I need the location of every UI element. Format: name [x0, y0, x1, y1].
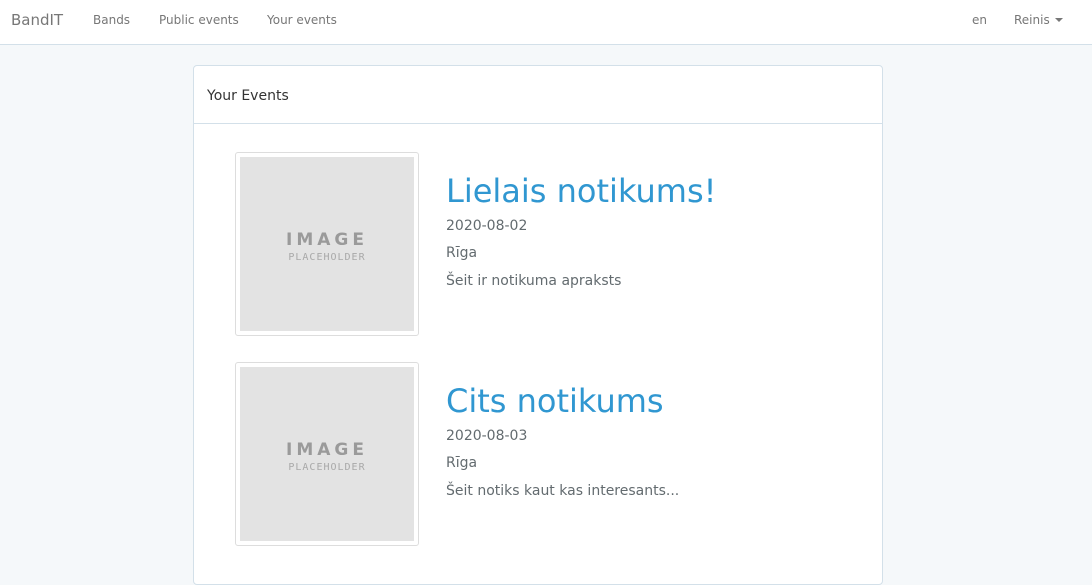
image-placeholder-icon: IMAGE PLACEHOLDER [240, 157, 414, 331]
placeholder-line-1: IMAGE [286, 439, 368, 460]
event-title[interactable]: Cits notikums [446, 382, 664, 420]
event-description: Šeit notiks kaut kas interesants... [446, 483, 680, 499]
event-description: Šeit ir notikuma apraksts [446, 273, 622, 289]
event-image[interactable]: IMAGE PLACEHOLDER [235, 152, 419, 336]
user-menu[interactable]: Reinis [1014, 13, 1063, 27]
events-panel: Your Events IMAGE PLACEHOLDER Lielais no… [193, 65, 883, 585]
event-image[interactable]: IMAGE PLACEHOLDER [235, 362, 419, 546]
nav-link-bands[interactable]: Bands [93, 13, 130, 27]
placeholder-line-1: IMAGE [286, 229, 368, 250]
event-date: 2020-08-03 [446, 428, 528, 444]
event-location: Rīga [446, 455, 478, 471]
event-date: 2020-08-02 [446, 218, 528, 234]
nav-link-public-events[interactable]: Public events [159, 13, 239, 27]
event-title[interactable]: Lielais notikums! [446, 172, 716, 210]
caret-down-icon [1054, 17, 1063, 22]
brand-link[interactable]: BandIT [11, 11, 63, 29]
image-placeholder-icon: IMAGE PLACEHOLDER [240, 367, 414, 541]
user-name: Reinis [1014, 13, 1050, 27]
placeholder-line-2: PLACEHOLDER [288, 251, 366, 263]
nav-link-your-events[interactable]: Your events [267, 13, 337, 27]
placeholder-line-2: PLACEHOLDER [288, 461, 366, 473]
language-switcher[interactable]: en [972, 13, 987, 27]
event-location: Rīga [446, 245, 478, 261]
navbar: BandIT Bands Public events Your events e… [0, 0, 1092, 45]
panel-heading: Your Events [194, 66, 882, 124]
